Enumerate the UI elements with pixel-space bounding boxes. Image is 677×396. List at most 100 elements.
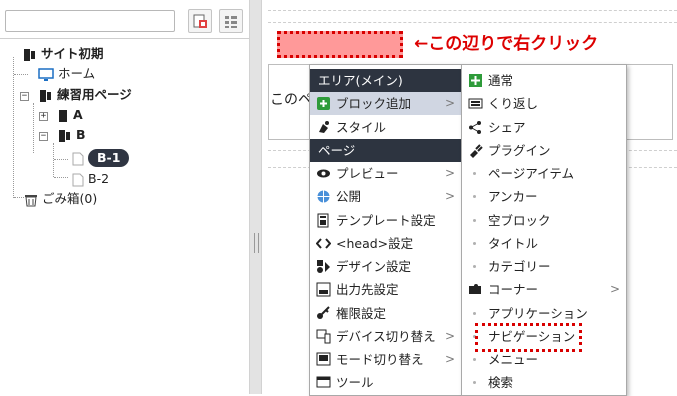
expand-toggle[interactable]: + (39, 112, 48, 121)
grid-icon (225, 16, 237, 28)
menu-item[interactable]: カテゴリー (462, 255, 626, 278)
folder-site-icon (24, 48, 35, 61)
menu-item-label: アンカー (488, 189, 538, 205)
tree-search-input[interactable] (5, 10, 175, 32)
menu-item[interactable]: アンカー (462, 185, 626, 208)
menu-item[interactable]: 出力先設定 (310, 278, 461, 301)
menu-item[interactable]: デバイス切り替え > (310, 325, 461, 348)
menu-item-label: タイトル (488, 235, 539, 251)
collapse-toggle[interactable]: − (39, 132, 48, 141)
tree-node-label: B-2 (88, 171, 110, 186)
menu-item-label: モード切り替え (336, 352, 424, 367)
menu-item[interactable]: ページアイテム (462, 162, 626, 185)
menu-item[interactable]: ツール (310, 371, 461, 394)
menu-item-label: コーナー (488, 282, 539, 298)
right-click-target-highlight (277, 31, 403, 58)
tree-node-home[interactable]: ホーム (38, 65, 95, 83)
tree-node-label: ごみ箱(0) (42, 191, 98, 206)
mode-icon (316, 352, 331, 366)
menu-item-label: 権限設定 (336, 305, 387, 321)
menu-item[interactable]: <head>設定 (310, 232, 461, 255)
page-icon (72, 173, 84, 186)
repeat-box-icon (468, 98, 483, 109)
menu-item[interactable]: ブロック追加 > (310, 92, 461, 116)
menu-item-label: ツール (336, 375, 374, 391)
trash-icon (25, 194, 37, 206)
tree-node-site[interactable]: サイト初期 (22, 45, 104, 63)
folder-page-icon (40, 89, 51, 102)
tree-node-b[interactable]: B (57, 126, 86, 144)
menu-item-label: シェア (488, 119, 526, 135)
key-icon (317, 305, 330, 319)
splitter-grip[interactable] (254, 233, 259, 253)
menu-item-label: デバイス切り替え (336, 328, 436, 344)
puzzle-icon (469, 284, 481, 295)
tree-node-b2[interactable]: B-2 (72, 170, 109, 188)
menu-item[interactable]: タイトル (462, 232, 626, 255)
menu-item[interactable]: 空ブロック (462, 209, 626, 232)
menu-item-label: カテゴリー (488, 259, 551, 274)
bullet-dot-icon (473, 311, 476, 315)
plus-icon (469, 74, 482, 87)
paint-icon (319, 120, 329, 133)
menu-item[interactable]: プレビュー > (310, 162, 461, 185)
menu-item[interactable]: くり返し (462, 92, 626, 115)
area-divider (268, 22, 677, 23)
menu-item-label: 空ブロック (488, 212, 551, 228)
navigation-highlight (475, 323, 582, 352)
tree-grid-button[interactable] (219, 9, 243, 33)
menu-item-label: <head>設定 (336, 235, 414, 251)
monitor-icon (38, 67, 54, 81)
menu-item[interactable]: テンプレート設定 (310, 209, 461, 232)
menu-section-header: エリア(メイン) (310, 69, 461, 92)
tree-node-label: B (76, 127, 86, 142)
menu-item-label: ページ (318, 142, 356, 158)
page-icon (72, 152, 84, 165)
menu-item-label: プラグイン (488, 142, 551, 158)
annotation-label: ←この辺りで右クリック (414, 34, 599, 54)
tree-node-a[interactable]: A (57, 106, 83, 124)
menu-item-label: テンプレート設定 (336, 212, 436, 228)
bullet-dot-icon (473, 358, 476, 361)
tree-node-label: A (73, 107, 83, 122)
menu-item[interactable]: シェア (462, 116, 626, 139)
menu-item-label: エリア(メイン) (318, 73, 403, 88)
design-icon (317, 260, 330, 273)
menu-item[interactable]: 通常 (462, 69, 626, 92)
menu-item[interactable]: 権限設定 (310, 302, 461, 325)
menu-item-label: ページアイテム (488, 166, 575, 181)
share-icon (469, 120, 481, 134)
collapse-toggle[interactable]: − (20, 92, 29, 101)
tree-node-trash[interactable]: ごみ箱(0) (24, 190, 97, 208)
pane-splitter[interactable] (249, 0, 262, 394)
tree-node-practice[interactable]: 練習用ページ (38, 86, 132, 104)
menu-item[interactable]: デザイン設定 (310, 255, 461, 278)
plus-square-icon (317, 97, 330, 111)
menu-item-label: 検索 (488, 375, 514, 391)
page-book-icon (59, 109, 67, 122)
menu-item[interactable]: スタイル (310, 116, 461, 139)
menu-item[interactable]: アプリケーション (462, 302, 626, 325)
tree-tool-button[interactable] (188, 9, 212, 33)
site-tree: サイト初期 ホーム − 練習用ページ + A − B B-1 B-2 ごみ箱(0… (0, 38, 249, 395)
menu-section-header: ページ (310, 138, 461, 162)
device-icon (316, 329, 331, 344)
tree-node-label: 練習用ページ (57, 87, 132, 102)
context-menu: エリア(メイン) ブロック追加 > スタイルページプレビュー > 公開 > テンプレート設定 <… (309, 64, 462, 396)
tree-node-b1[interactable]: B-1 (72, 149, 130, 167)
menu-item-label: 通常 (488, 73, 514, 88)
menu-item[interactable]: モード切り替え > (310, 348, 461, 371)
template-icon (317, 213, 329, 227)
site-tree-pane: サイト初期 ホーム − 練習用ページ + A − B B-1 B-2 ごみ箱(0… (0, 0, 249, 394)
code-arrows-icon (316, 238, 331, 249)
submenu-arrow-icon: > (444, 189, 455, 204)
bullet-dot-icon (473, 241, 476, 245)
menu-item[interactable]: プラグイン (462, 139, 626, 162)
menu-item-label: くり返し (488, 96, 539, 112)
content-text: このペ (270, 92, 312, 108)
tree-node-label: ホーム (58, 66, 96, 81)
menu-item[interactable]: 検索 (462, 371, 626, 394)
menu-item-label: デザイン設定 (336, 259, 412, 274)
menu-item[interactable]: 公開 > (310, 185, 461, 208)
menu-item[interactable]: コーナー > (462, 278, 626, 301)
